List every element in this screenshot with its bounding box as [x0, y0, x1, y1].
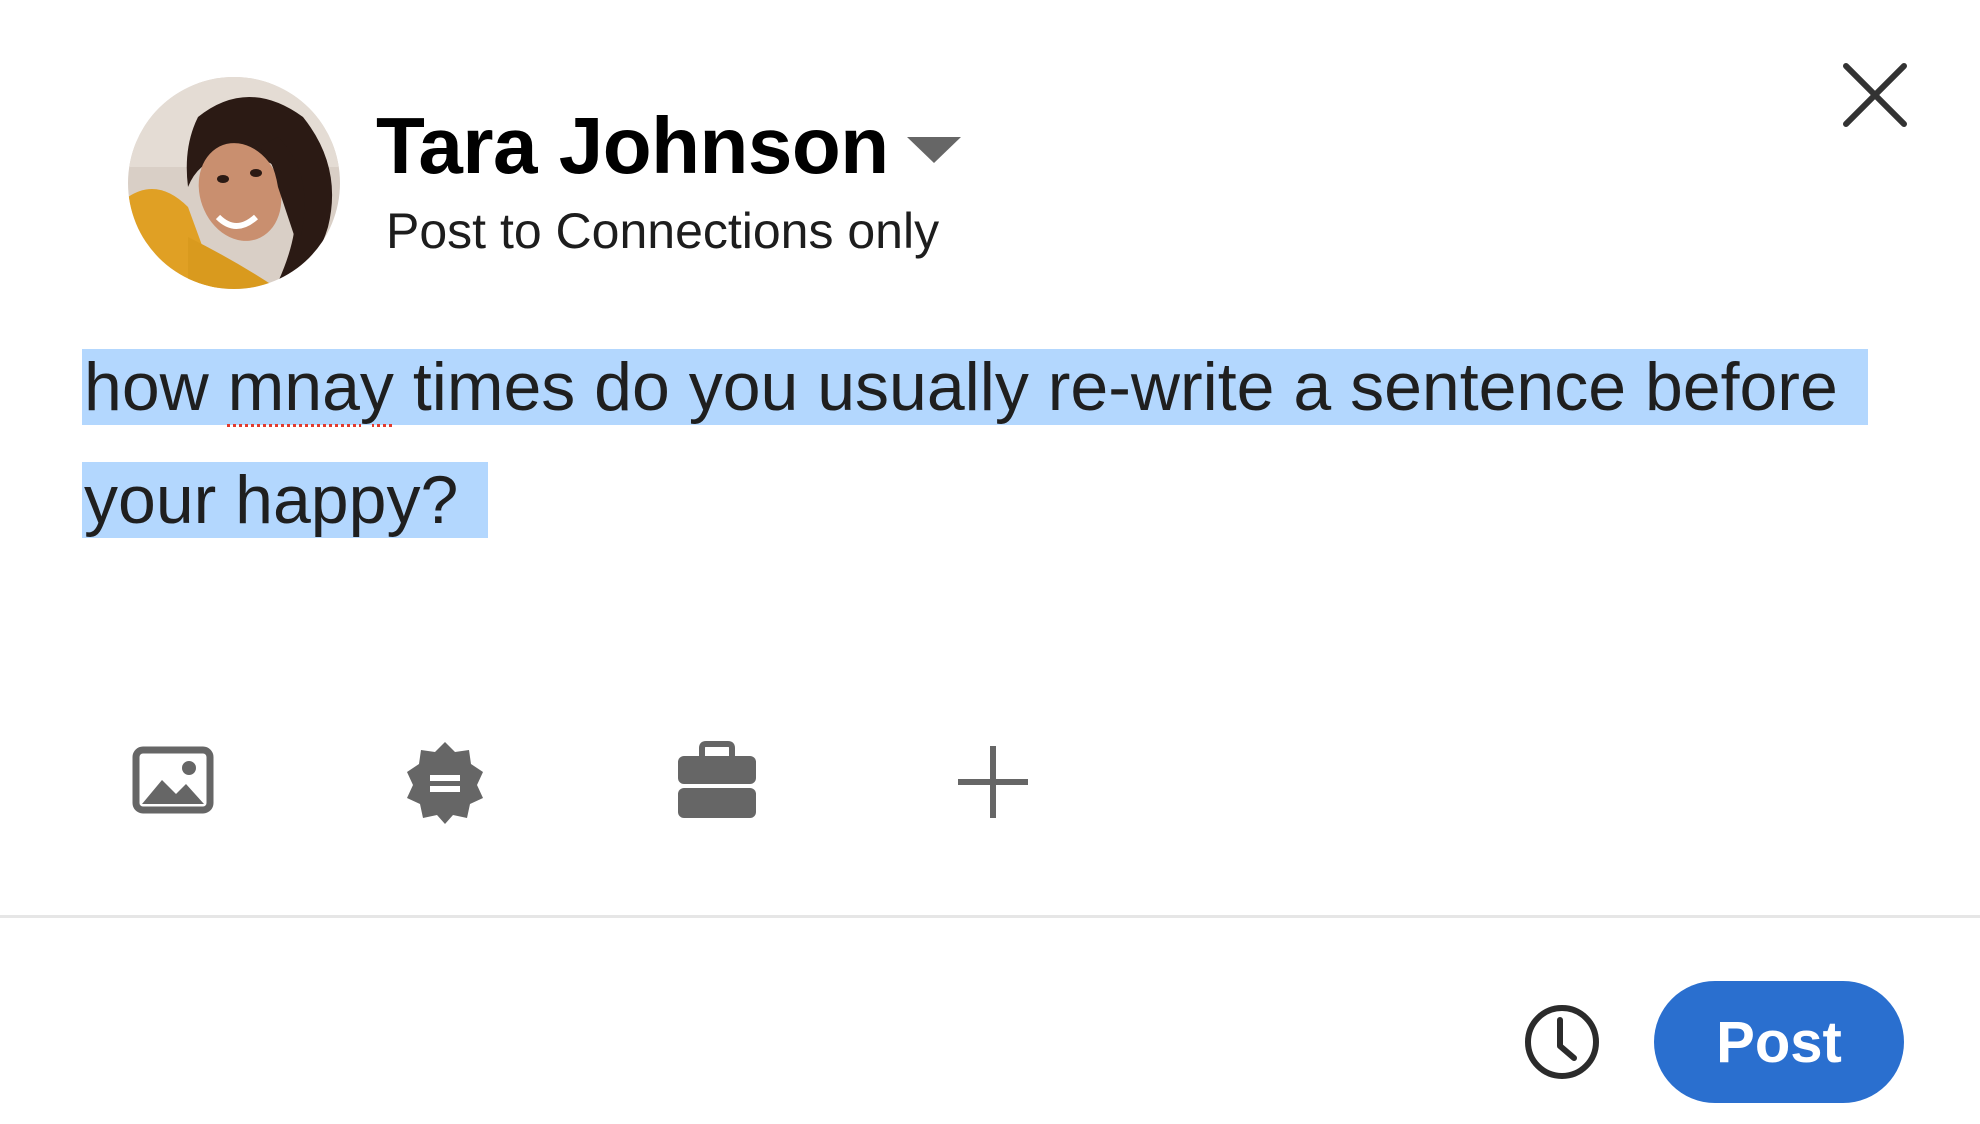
author-visibility-selector[interactable]: Tara Johnson Post to Connections only [376, 98, 961, 262]
more-options-button[interactable] [948, 736, 1038, 826]
post-text-editor[interactable]: how mnay times do you usually re-write a… [82, 331, 1922, 557]
close-icon [1843, 63, 1907, 127]
author-name: Tara Johnson [376, 101, 889, 190]
celebrate-occasion-button[interactable] [400, 736, 490, 826]
event-badge-icon [407, 742, 483, 824]
clock-icon [1525, 1005, 1599, 1079]
share-post-dialog: Tara Johnson Post to Connections only ho… [0, 0, 1980, 1124]
close-button[interactable] [1838, 58, 1912, 132]
schedule-post-button[interactable] [1520, 1000, 1604, 1084]
profile-photo [128, 77, 340, 289]
photo-icon [132, 746, 214, 814]
caret-down-icon[interactable] [906, 137, 961, 163]
divider [0, 915, 1980, 918]
audience-label: Post to Connections only [386, 203, 940, 259]
selected-text: how mnay times do you usually re-write a… [82, 349, 1868, 538]
add-photo-button[interactable] [128, 736, 218, 826]
share-job-button[interactable] [672, 736, 762, 826]
post-button[interactable]: Post [1654, 981, 1904, 1103]
text-segment: how [84, 349, 228, 425]
author-row: Tara Johnson [376, 98, 961, 194]
add-more-icon [958, 746, 1028, 818]
job-briefcase-icon [678, 741, 756, 818]
misspelled-word[interactable]: mnay [228, 349, 394, 425]
avatar[interactable] [128, 77, 340, 289]
